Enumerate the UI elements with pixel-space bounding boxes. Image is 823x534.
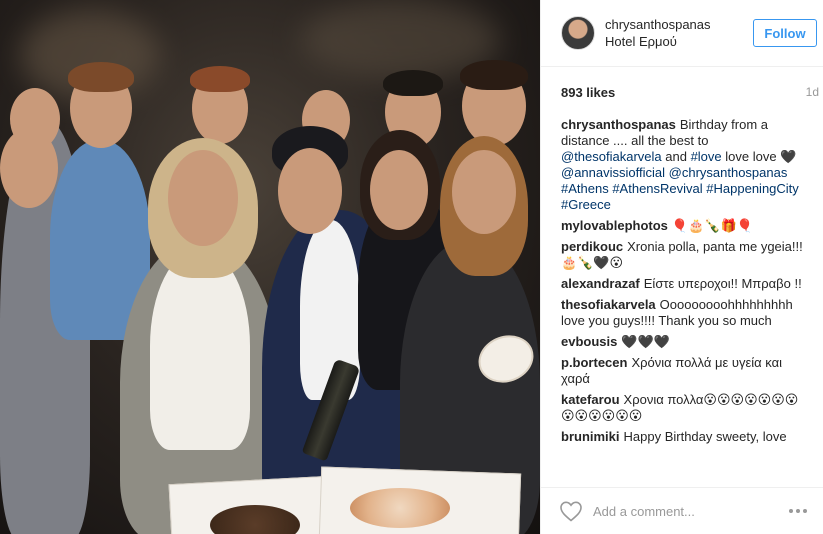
cake [350, 488, 450, 528]
comment-text: Happy Birthday sweety, love [623, 429, 787, 444]
person-head [10, 88, 60, 150]
comment-text: and [661, 149, 691, 164]
comment-link[interactable]: #HappeningCity [706, 181, 799, 196]
comment-list: chrysanthospanas Birthday from a distance… [541, 117, 823, 457]
comment-username[interactable]: alexandrazaf [561, 276, 640, 291]
comment-link[interactable]: @annavissiofficial [561, 165, 665, 180]
comment-text: love love 🖤 [721, 149, 797, 164]
person-head [278, 148, 342, 234]
post-header: chrysanthospanas Hotel Ερμού Follow [541, 0, 823, 67]
comment: brunimiki Happy Birthday sweety, love [561, 429, 807, 445]
person [150, 250, 250, 450]
author-info: chrysanthospanas Hotel Ερμού [605, 16, 753, 50]
post-stats: 893 likes 1d [541, 67, 823, 117]
person-head [452, 150, 516, 234]
heart-icon[interactable] [559, 500, 583, 522]
comment-link[interactable]: #Athens [561, 181, 609, 196]
more-options-dot [803, 509, 807, 513]
comment: thesofiakarvela Ooooooooohhhhhhhhh love y… [561, 297, 807, 329]
follow-button[interactable]: Follow [753, 19, 817, 47]
comment-username[interactable]: brunimiki [561, 429, 620, 444]
person-hair [68, 62, 134, 92]
post-location[interactable]: Hotel Ερμού [605, 33, 753, 50]
comment: evbousis 🖤🖤🖤 [561, 334, 807, 350]
comment-link[interactable]: @thesofiakarvela [561, 149, 662, 164]
comment-username[interactable]: katefarou [561, 392, 620, 407]
author-username[interactable]: chrysanthospanas [605, 16, 753, 33]
comment: chrysanthospanas Birthday from a distance… [561, 117, 807, 213]
post-time[interactable]: 1d [806, 85, 819, 99]
avatar[interactable] [561, 16, 595, 50]
comment-link[interactable]: #love [691, 149, 722, 164]
comment-username[interactable]: mylovablephotos [561, 218, 668, 233]
comment: alexandrazaf Είστε υπεροχοι!! Μπραβο !! [561, 276, 807, 292]
comment: perdikouc Xronia polla, panta me ygeia!!!… [561, 239, 807, 271]
comment: mylovablephotos 🎈🎂🍾🎁🎈 [561, 218, 807, 234]
comment-text: 🎈🎂🍾🎁🎈 [671, 218, 753, 233]
add-comment-input[interactable] [593, 503, 789, 519]
comment-username[interactable]: p.bortecen [561, 355, 627, 370]
comment-username[interactable]: thesofiakarvela [561, 297, 656, 312]
post-photo[interactable] [0, 0, 540, 534]
person-head [168, 150, 238, 246]
comment-link[interactable]: #Greece [561, 197, 611, 212]
person-hair [460, 60, 528, 90]
more-options-dot [789, 509, 793, 513]
comment-link[interactable]: #AthensRevival [612, 181, 702, 196]
comment-link[interactable]: @chrysanthospanas [669, 165, 788, 180]
comment-text: Είστε υπεροχοι!! Μπραβο !! [643, 276, 802, 291]
more-options-dot [796, 509, 800, 513]
comment-footer [541, 487, 823, 534]
comment-text: 🖤🖤🖤 [621, 334, 670, 349]
comment: katefarou Χρονια πολλα😮😮😮😮😮😮😮😮😮😮😮😮😮 [561, 392, 807, 424]
person-hair [190, 66, 250, 92]
instagram-post: chrysanthospanas Hotel Ερμού Follow 893 … [0, 0, 823, 534]
comment-username[interactable]: evbousis [561, 334, 617, 349]
like-count[interactable]: 893 likes [561, 85, 615, 100]
more-options-icon[interactable] [789, 507, 813, 515]
person-hair [383, 70, 443, 96]
person-head [370, 150, 428, 230]
comment: p.bortecen Χρόνια πολλά με υγεία και χαρά [561, 355, 807, 387]
comment-username[interactable]: perdikouc [561, 239, 623, 254]
post-sidebar: chrysanthospanas Hotel Ερμού Follow 893 … [540, 0, 823, 534]
comment-username[interactable]: chrysanthospanas [561, 117, 676, 132]
